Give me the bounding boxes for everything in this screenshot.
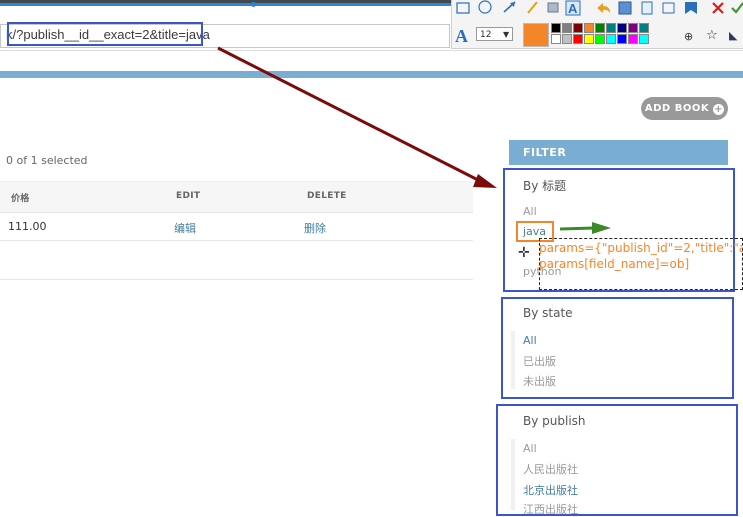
undo-icon[interactable]	[597, 3, 610, 13]
filter-heading: FILTER	[509, 140, 728, 165]
toolbar-icons: A	[456, 0, 743, 16]
star-icon[interactable]: ☆	[706, 28, 718, 43]
red-arrow-head	[473, 174, 497, 188]
filter-state-indent	[511, 331, 515, 389]
color-swatch[interactable]	[551, 23, 561, 33]
filter-publish-label: By publish	[523, 414, 586, 428]
filter-title-all[interactable]: All	[523, 205, 537, 218]
loading-bar	[0, 3, 455, 6]
column-header-delete[interactable]: DELETE	[307, 191, 347, 201]
color-swatch[interactable]	[617, 23, 627, 33]
filter-publish-all[interactable]: All	[523, 442, 537, 455]
color-swatch[interactable]	[606, 23, 616, 33]
color-swatch[interactable]	[562, 34, 572, 44]
save-icon[interactable]	[618, 1, 632, 15]
filter-publish-renmin[interactable]: 人民出版社	[523, 461, 578, 477]
admin-header-band	[0, 71, 743, 78]
color-swatch[interactable]	[617, 34, 627, 44]
filter-publish-beijing[interactable]: 北京出版社	[523, 482, 578, 498]
table-footer-divider	[0, 279, 473, 280]
column-header-price[interactable]: 价格	[11, 191, 30, 204]
edit-link[interactable]: 编辑	[174, 220, 196, 236]
color-swatch[interactable]	[595, 34, 605, 44]
annotation-field-text: params[field_name]=ob]	[539, 257, 690, 271]
color-swatch[interactable]	[639, 23, 649, 33]
annotation-params-text: params={"publish_id"=2,"title":"a	[539, 241, 743, 255]
font-icon[interactable]: A	[455, 26, 468, 47]
red-arrow-line	[217, 46, 485, 185]
url-highlight-box	[7, 22, 203, 46]
color-swatch[interactable]	[595, 23, 605, 33]
color-swatch[interactable]	[562, 23, 572, 33]
loading-dot	[251, 2, 256, 7]
filter-publish-indent	[511, 439, 515, 510]
add-book-button[interactable]: ADD BOOK +	[641, 97, 728, 120]
ellipse-tool-icon[interactable]	[478, 0, 492, 14]
column-header-edit[interactable]: EDIT	[176, 191, 200, 201]
color-swatch[interactable]	[573, 23, 583, 33]
mosaic-tool-icon[interactable]	[547, 2, 559, 13]
color-swatch[interactable]	[628, 23, 638, 33]
crosshair-cursor-icon: ✛	[518, 245, 530, 261]
color-swatch[interactable]	[584, 34, 594, 44]
color-swatch[interactable]	[573, 34, 583, 44]
filter-state-published[interactable]: 已出版	[523, 353, 556, 369]
table-header-row	[0, 181, 473, 213]
filter-state-unpublished[interactable]: 未出版	[523, 373, 556, 389]
color-swatch[interactable]	[584, 23, 594, 33]
selection-counter: 0 of 1 selected	[6, 154, 88, 167]
close-icon[interactable]	[712, 2, 724, 14]
rectangle-tool-icon[interactable]	[456, 2, 470, 14]
pen-tool-icon[interactable]	[527, 1, 538, 14]
chevron-down-icon[interactable]: ▼	[503, 30, 509, 39]
confirm-check-icon[interactable]	[731, 2, 743, 14]
color-swatch[interactable]	[639, 34, 649, 44]
filter-title-label: By 标题	[523, 179, 567, 193]
zoom-icon[interactable]: ⊕	[684, 30, 693, 43]
color-swatch[interactable]	[628, 34, 638, 44]
color-swatch[interactable]	[606, 34, 616, 44]
copy-icon[interactable]	[641, 1, 653, 15]
delete-link[interactable]: 删除	[304, 220, 326, 236]
plus-icon: +	[713, 104, 725, 115]
filter-state-label: By state	[523, 306, 573, 320]
extension-icon[interactable]: ◣	[729, 29, 737, 42]
color-swatch[interactable]	[551, 34, 561, 44]
filter-state-all[interactable]: All	[523, 334, 537, 347]
row-divider	[0, 240, 473, 241]
current-color-swatch[interactable]	[523, 23, 549, 47]
svg-text:A: A	[568, 1, 578, 16]
cell-price: 111.00	[8, 220, 47, 233]
pin-icon[interactable]	[685, 2, 697, 14]
filter-publish-jiangxi[interactable]: 江西出版社	[523, 501, 578, 517]
add-book-label: ADD BOOK	[644, 103, 710, 114]
share-icon[interactable]	[662, 2, 675, 14]
